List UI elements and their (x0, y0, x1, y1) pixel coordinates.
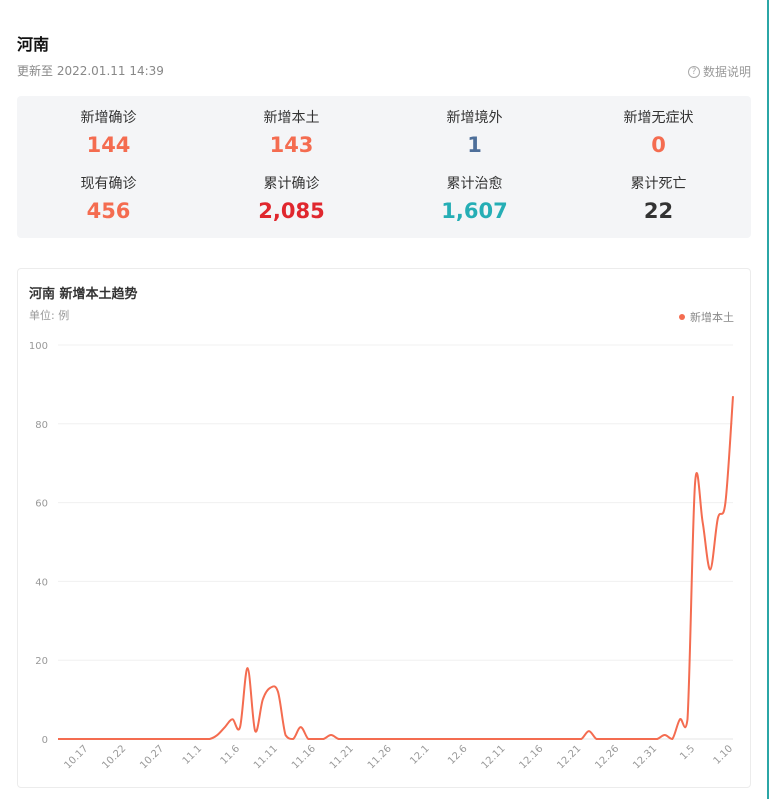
stat-value: 144 (86, 133, 131, 157)
data-explain-link[interactable]: ? 数据说明 (687, 63, 751, 80)
x-tick-label: 10.27 (138, 743, 166, 771)
stat-label: 新增境外 (446, 110, 503, 126)
y-tick-label: 20 (35, 656, 48, 667)
stat-value: 456 (86, 199, 131, 223)
x-tick-label: 12.26 (593, 743, 621, 771)
y-tick-label: 0 (42, 735, 48, 746)
stat-label: 新增确诊 (80, 110, 137, 126)
stats-panel: 新增确诊 144 新增本土 143 新增境外 1 新增无症状 0 现有确诊 45… (17, 96, 751, 238)
stat-value: 22 (643, 199, 674, 223)
stat-total-deaths: 累计死亡 22 (567, 174, 750, 225)
stat-value: 0 (651, 133, 666, 157)
x-tick-label: 12.21 (555, 743, 583, 771)
stat-value: 2,085 (258, 199, 325, 223)
y-tick-label: 60 (35, 499, 48, 510)
y-tick-label: 100 (29, 341, 48, 352)
stat-new-imported: 新增境外 1 (383, 108, 566, 159)
x-tick-label: 11.26 (366, 743, 394, 771)
data-explain-label: 数据说明 (702, 65, 751, 79)
stat-value: 1,607 (441, 199, 508, 223)
stat-label: 累计确诊 (263, 176, 320, 192)
x-tick-label: 1.5 (678, 743, 697, 762)
x-tick-label: 12.11 (480, 743, 508, 771)
stat-label: 现有确诊 (80, 176, 137, 192)
stat-label: 新增本土 (263, 110, 320, 126)
x-tick-label: 12.31 (631, 743, 659, 771)
x-tick-label: 11.11 (252, 743, 280, 771)
update-time: 更新至 2022.01.11 14:39 (17, 64, 164, 78)
stat-total-cured: 累计治愈 1,607 (383, 174, 566, 225)
stat-new-confirmed: 新增确诊 144 (17, 108, 200, 159)
y-tick-label: 40 (35, 577, 48, 588)
stat-label: 新增无症状 (623, 110, 694, 126)
trend-chart: 0 20 40 60 80 100 10.17 10.22 10.27 11.1 11.6 11.11… (29, 341, 736, 771)
x-tick-label: 11.1 (181, 743, 205, 767)
stat-new-local: 新增本土 143 (200, 108, 383, 159)
x-tick-label: 12.16 (517, 743, 545, 771)
series-line-新增本土 (58, 396, 734, 741)
x-tick-label: 12.1 (408, 743, 432, 767)
stat-value: 143 (269, 133, 314, 157)
x-tick-label: 11.6 (219, 743, 243, 767)
x-tick-label: 10.22 (100, 743, 128, 771)
stat-current-confirmed: 现有确诊 456 (17, 174, 200, 225)
x-tick-label: 1.10 (712, 743, 736, 767)
stat-value: 1 (467, 133, 482, 157)
x-tick-label: 11.16 (290, 743, 318, 771)
question-circle-icon: ? (687, 65, 700, 78)
region-title: 河南 (17, 35, 50, 54)
trend-chart-card: 河南 新增本土趋势 单位: 例 新增本土 0 20 40 60 80 100 10.17 10… (17, 268, 751, 788)
stat-total-confirmed: 累计确诊 2,085 (200, 174, 383, 225)
x-tick-label: 10.17 (62, 743, 90, 771)
stat-label: 累计治愈 (446, 176, 503, 192)
x-tick-label: 12.6 (446, 743, 470, 767)
x-tick-label: 11.21 (328, 743, 356, 771)
stat-label: 累计死亡 (630, 176, 687, 192)
y-tick-label: 80 (35, 420, 48, 431)
stat-new-asymptomatic: 新增无症状 0 (567, 108, 750, 159)
header: 河南 更新至 2022.01.11 14:39 ? 数据说明 (17, 34, 751, 79)
